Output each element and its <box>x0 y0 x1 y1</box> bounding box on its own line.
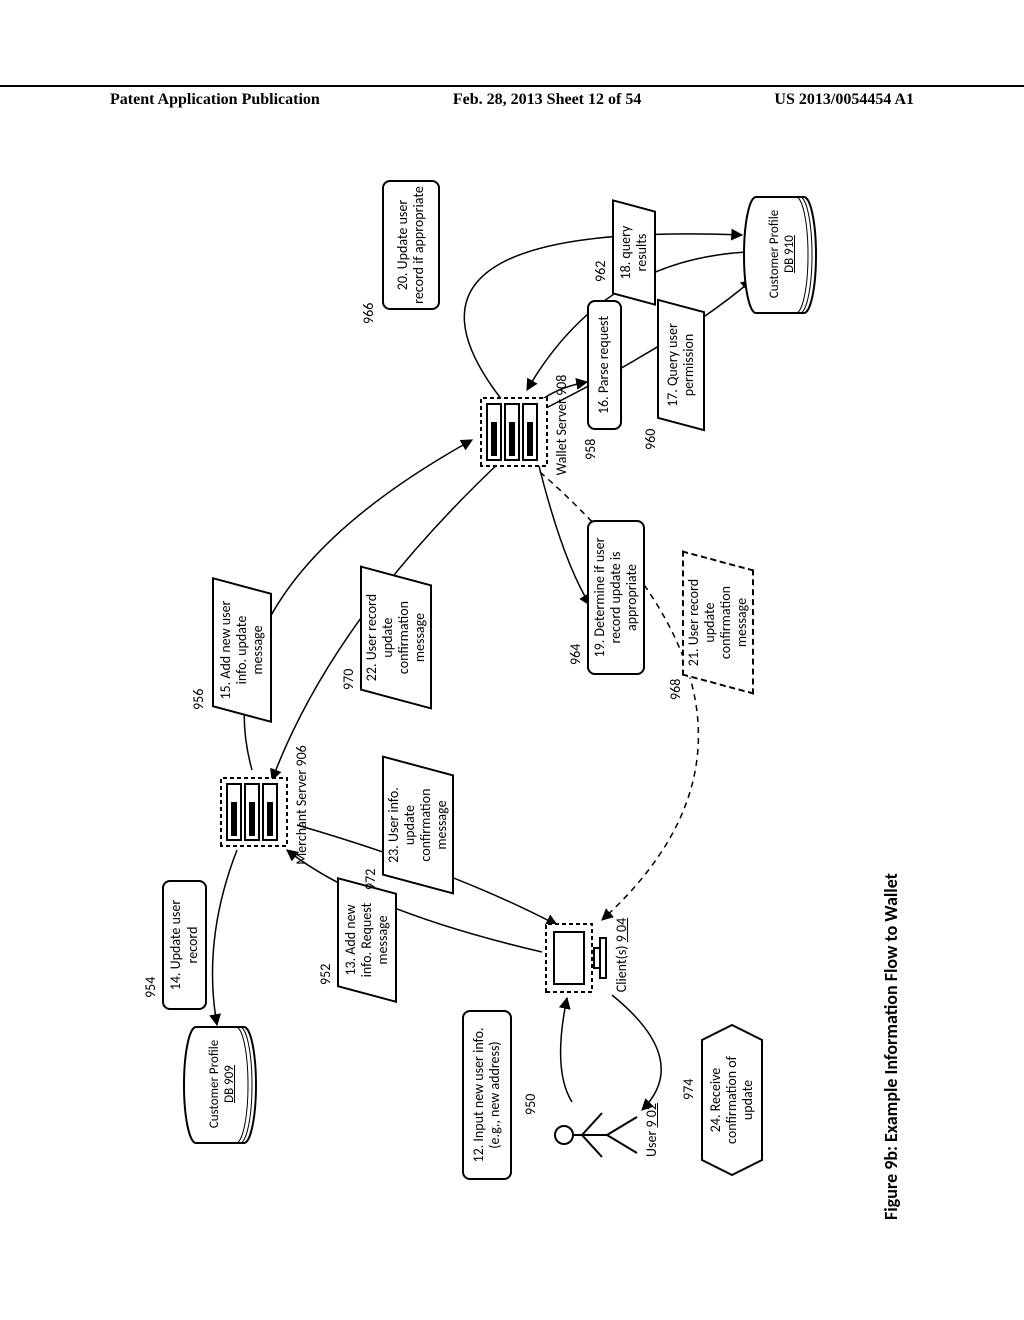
db-merchant-label: Customer ProfileDB 909 <box>208 1026 238 1142</box>
step-15: 15. Add new user info. update message <box>212 577 272 723</box>
step-20: 20. Update user record if appropriate <box>382 180 440 310</box>
ref-960: 960 <box>642 429 659 450</box>
step-21: 21. User record update confirmation mess… <box>682 550 754 694</box>
step-24: 24. Receive confirmation of update <box>708 1028 756 1172</box>
step-22: 22. User record update confirmation mess… <box>360 565 432 709</box>
ref-950: 950 <box>522 1094 539 1115</box>
user-icon <box>552 1105 642 1165</box>
client-label: Client(s) 9 04 <box>614 900 630 1010</box>
ref-954: 954 <box>142 977 159 998</box>
ref-966: 966 <box>360 303 377 324</box>
user-label: User 9 02 <box>644 1090 660 1170</box>
step-18: 18. query results <box>612 199 656 306</box>
step-13: 13. Add new info. Request message <box>337 877 397 1003</box>
step-12: 12. Input new user info. (e.g., new addr… <box>462 1010 512 1180</box>
merchant-server-label: Merchant Server 906 <box>294 730 310 880</box>
ref-964: 964 <box>567 644 584 665</box>
step-23: 23. User info. update confirmation messa… <box>382 755 454 894</box>
wallet-server-icon <box>477 390 552 470</box>
ref-952: 952 <box>317 964 334 985</box>
ref-956: 956 <box>190 689 207 710</box>
ref-970: 970 <box>340 669 357 690</box>
ref-972: 972 <box>362 869 379 890</box>
figure-9b-diagram: User 9 02 Client(s) 9 04 Merchant Server… <box>122 180 902 1220</box>
wallet-server-label: Wallet Server 908 <box>554 360 570 490</box>
step-19: 19. Determine if user record update is a… <box>587 520 645 675</box>
step-14: 14. Update user record <box>162 880 207 1010</box>
header-right: US 2013/0054454 A1 <box>774 91 914 109</box>
ref-958: 958 <box>582 439 599 460</box>
figure-caption: Figure 9b: Example Information Flow to W… <box>880 873 902 1220</box>
client-icon <box>542 918 612 998</box>
merchant-server-icon <box>217 770 292 850</box>
db-wallet-label: Customer ProfileDB 910 <box>768 196 798 312</box>
header-center: Feb. 28, 2013 Sheet 12 of 54 <box>453 91 641 109</box>
ref-968: 968 <box>667 679 684 700</box>
ref-974: 974 <box>680 1079 697 1100</box>
ref-962: 962 <box>592 261 609 282</box>
header-left: Patent Application Publication <box>110 91 320 109</box>
page-content: User 9 02 Client(s) 9 04 Merchant Server… <box>80 150 944 1250</box>
step-16: 16. Parse request <box>587 300 622 430</box>
step-17: 17. Query user permission <box>657 299 705 432</box>
